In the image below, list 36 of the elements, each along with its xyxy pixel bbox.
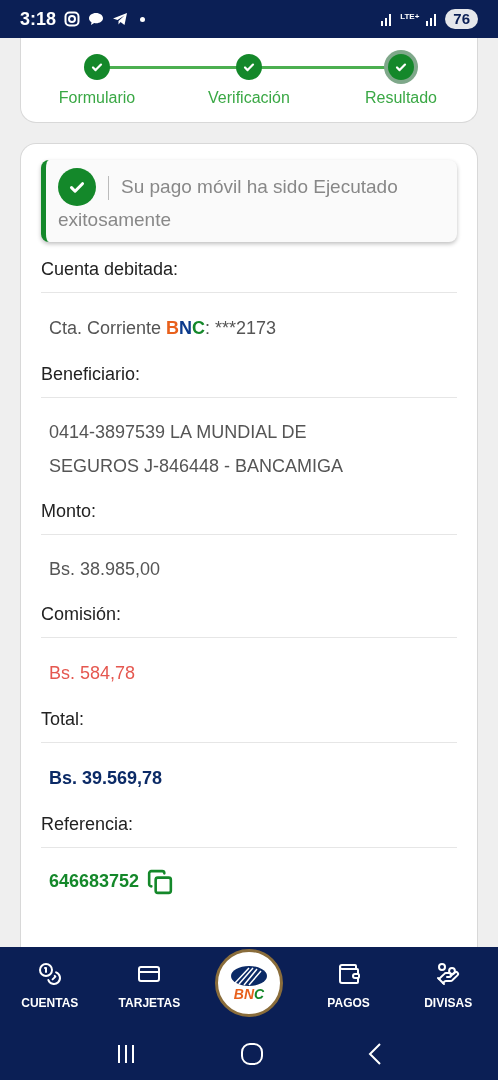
nav-tab[interactable]: CUENTAS	[0, 962, 100, 1012]
field-value: 646683752	[49, 870, 140, 893]
field-value: 0414-3897539 LA MUNDIAL DE SEGUROS J-846448 - BANCAMIGA	[48, 421, 345, 478]
globe-icon	[229, 965, 269, 987]
home-icon[interactable]	[240, 1041, 264, 1066]
field-label: Monto:	[41, 500, 457, 535]
chat-icon	[88, 12, 105, 26]
field-value: Cta. Corriente BNC: ***2173	[48, 317, 278, 340]
step-label: Verificación	[208, 88, 290, 108]
copy-icon[interactable]	[147, 868, 174, 895]
status-time: 3:18	[20, 7, 57, 31]
coins-icon	[37, 962, 62, 986]
field-value: Bs. 584,78	[48, 662, 137, 685]
nav-tab[interactable]: DIVISAS	[398, 962, 498, 1012]
logo-text: BNC	[233, 987, 265, 1001]
wallet-icon	[336, 962, 361, 986]
field-label: Comisión:	[41, 603, 457, 638]
battery-indicator: 76	[445, 9, 478, 29]
nav-tab[interactable]: PAGOS	[298, 962, 399, 1012]
logo-button[interactable]: BNC	[215, 949, 283, 1017]
send-icon	[112, 12, 129, 26]
field-value: Bs. 38.985,00	[48, 558, 162, 581]
step-label: Resultado	[364, 88, 437, 108]
hand-coin-icon	[436, 962, 461, 986]
nav-tab[interactable]: TARJETAS	[99, 962, 200, 1012]
field-value: Bs. 39.569,78	[48, 767, 164, 790]
network-label: LTE+	[400, 13, 420, 21]
back-icon[interactable]	[366, 1041, 383, 1066]
field-label: Beneficiario:	[41, 363, 457, 398]
success-message: exitosamente	[58, 208, 172, 232]
camera-icon	[64, 11, 81, 27]
field-label: Cuenta debitada:	[41, 258, 457, 293]
field-label: Referencia:	[41, 813, 457, 848]
field-label: Total:	[41, 708, 457, 743]
step-label: Formulario	[58, 88, 136, 108]
success-message: Su pago móvil ha sido Ejecutado	[121, 175, 398, 199]
